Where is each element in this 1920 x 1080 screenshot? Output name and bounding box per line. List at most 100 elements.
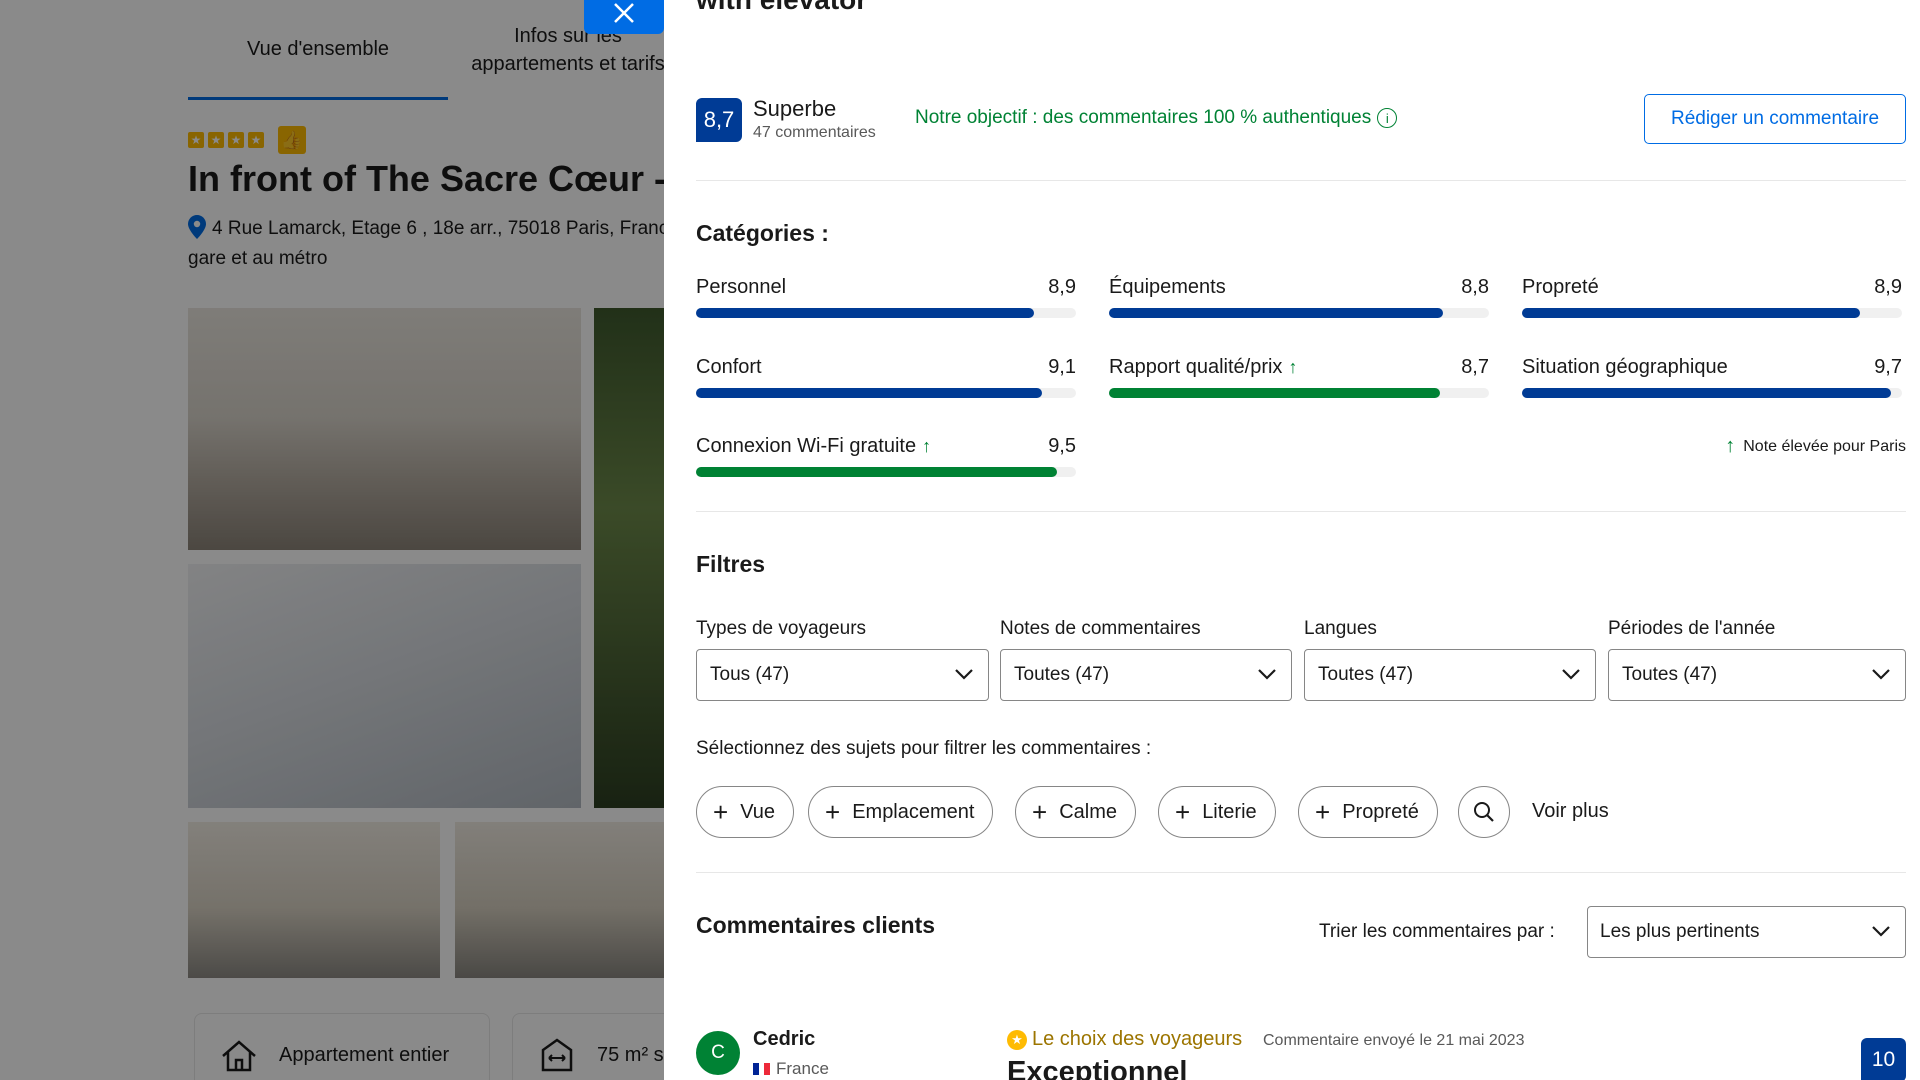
filter-label-review-scores: Notes de commentaires [1000,618,1201,639]
category-score: Équipements 8,8 [1109,276,1489,318]
reviews-title: Commentaires clients [696,912,936,938]
time-of-year-select[interactable]: Toutes (47) [1608,649,1906,701]
category-name: Situation géographique [1522,356,1728,379]
topic-chip-cleanliness[interactable]: + Propreté [1298,786,1438,838]
score-word: Superbe [753,96,837,121]
category-name: Équipements [1109,276,1226,299]
review-score: 10 [1861,1038,1906,1080]
languages-select[interactable]: Toutes (47) [1304,649,1596,701]
modal-overlay[interactable] [0,0,664,1080]
review-date: Commentaire envoyé le 21 mai 2023 [1263,1032,1525,1049]
category-score-value: 8,8 [1461,276,1489,298]
filter-label-languages: Langues [1304,618,1377,639]
score-bar-track [1522,388,1902,398]
score-bar-fill [696,388,1042,398]
topic-search-button[interactable] [1458,786,1510,838]
divider [696,511,1906,512]
close-icon [614,3,634,23]
travellers-choice-badge: ★ Le choix des voyageurs [1007,1028,1242,1051]
sort-label: Trier les commentaires par : [1319,921,1555,942]
plus-icon: + [1175,797,1191,827]
select-value: Toutes (47) [1318,664,1414,685]
topic-chip-view[interactable]: + Vue [696,786,795,838]
reviewer-country: France [753,1059,829,1079]
score-bar-fill [1109,308,1444,318]
select-value: Toutes (47) [1622,664,1718,685]
topic-chip-bedding[interactable]: + Literie [1158,786,1276,838]
category-name-text: Situation géographique [1522,356,1728,378]
info-icon[interactable]: i [1377,108,1398,128]
review-title: Exceptionnel [1007,1056,1188,1080]
category-score: Situation géographique 9,7 [1522,356,1902,398]
category-score-value: 8,9 [1874,276,1902,298]
country-name: France [776,1059,829,1078]
filter-label-time-of-year: Périodes de l'année [1608,618,1776,639]
category-score-value: 8,7 [1461,356,1489,378]
category-score: Confort 9,1 [696,356,1076,398]
search-icon [1474,802,1494,822]
arrow-up-icon: ↑ [1725,435,1736,457]
score-bar-fill [696,467,1057,477]
category-name-text: Rapport qualité/prix [1109,356,1283,378]
category-name: Propreté [1522,276,1599,299]
reviews-panel: with elevator 8,7 Superbe 47 commentaire… [664,0,1920,1080]
category-score-value: 8,9 [1048,276,1076,298]
see-more-link[interactable]: Voir plus [1532,800,1609,823]
category-score-value: 9,7 [1874,356,1902,378]
chip-label: Emplacement [852,800,975,823]
chevron-down-icon [1562,669,1580,680]
arrow-up-icon: ↑ [1288,357,1298,377]
divider [696,872,1906,873]
divider [696,180,1906,181]
categories-title: Catégories : [696,220,829,246]
score-bar-track [696,467,1076,477]
high-score-note: ↑ Note élevée pour Paris [1725,435,1906,458]
select-value: Les plus pertinents [1600,921,1760,942]
score-bar-track [1109,308,1489,318]
chevron-down-icon [1872,669,1890,680]
select-value: Tous (47) [710,664,790,685]
category-name: Personnel [696,276,786,299]
france-flag-icon [753,1063,771,1075]
write-review-button[interactable]: Rédiger un commentaire [1644,94,1906,144]
select-value: Toutes (47) [1014,664,1110,685]
plus-icon: + [825,797,841,827]
score-bar-track [696,388,1076,398]
reviewer-name: Cedric [753,1028,816,1050]
chip-label: Literie [1202,800,1257,823]
category-score-value: 9,5 [1048,435,1076,457]
high-score-note-text: Note élevée pour Paris [1743,437,1906,455]
plus-icon: + [1315,797,1331,827]
category-name: Rapport qualité/prix ↑ [1109,356,1297,379]
avatar: C [696,1031,740,1075]
filter-label-traveller-type: Types de voyageurs [696,618,867,639]
sort-select[interactable]: Les plus pertinents [1587,906,1906,958]
topic-chip-quiet[interactable]: + Calme [1015,786,1136,838]
plus-icon: + [1032,797,1048,827]
topic-chip-location[interactable]: + Emplacement [808,786,994,838]
review-scores-select[interactable]: Toutes (47) [1000,649,1292,701]
category-name-text: Propreté [1522,276,1599,298]
score-bar-track [1522,308,1902,318]
arrow-up-icon: ↑ [922,436,932,456]
score-bar-fill [1522,388,1891,398]
chip-label: Propreté [1342,800,1419,823]
traveller-type-select[interactable]: Tous (47) [696,649,989,701]
chevron-down-icon [1258,669,1276,680]
topics-label: Sélectionnez des sujets pour filtrer les… [696,738,1152,759]
chevron-down-icon [955,669,973,680]
authentic-note-text: Notre objectif : des commentaires 100 % … [915,107,1372,128]
score-badge: 8,7 [696,98,742,142]
authentic-note: Notre objectif : des commentaires 100 % … [915,107,1398,129]
score-bar-fill [1522,308,1861,318]
category-name-text: Personnel [696,276,787,298]
category-name: Confort [696,356,762,379]
category-score: Propreté 8,9 [1522,276,1902,318]
filters-title: Filtres [696,551,766,577]
badge-label: Le choix des voyageurs [1032,1028,1243,1050]
panel-title: with elevator [696,0,867,16]
chip-label: Calme [1059,800,1117,823]
review-count: 47 commentaires [753,124,876,141]
score-bar-track [696,308,1076,318]
close-button[interactable] [584,0,664,34]
